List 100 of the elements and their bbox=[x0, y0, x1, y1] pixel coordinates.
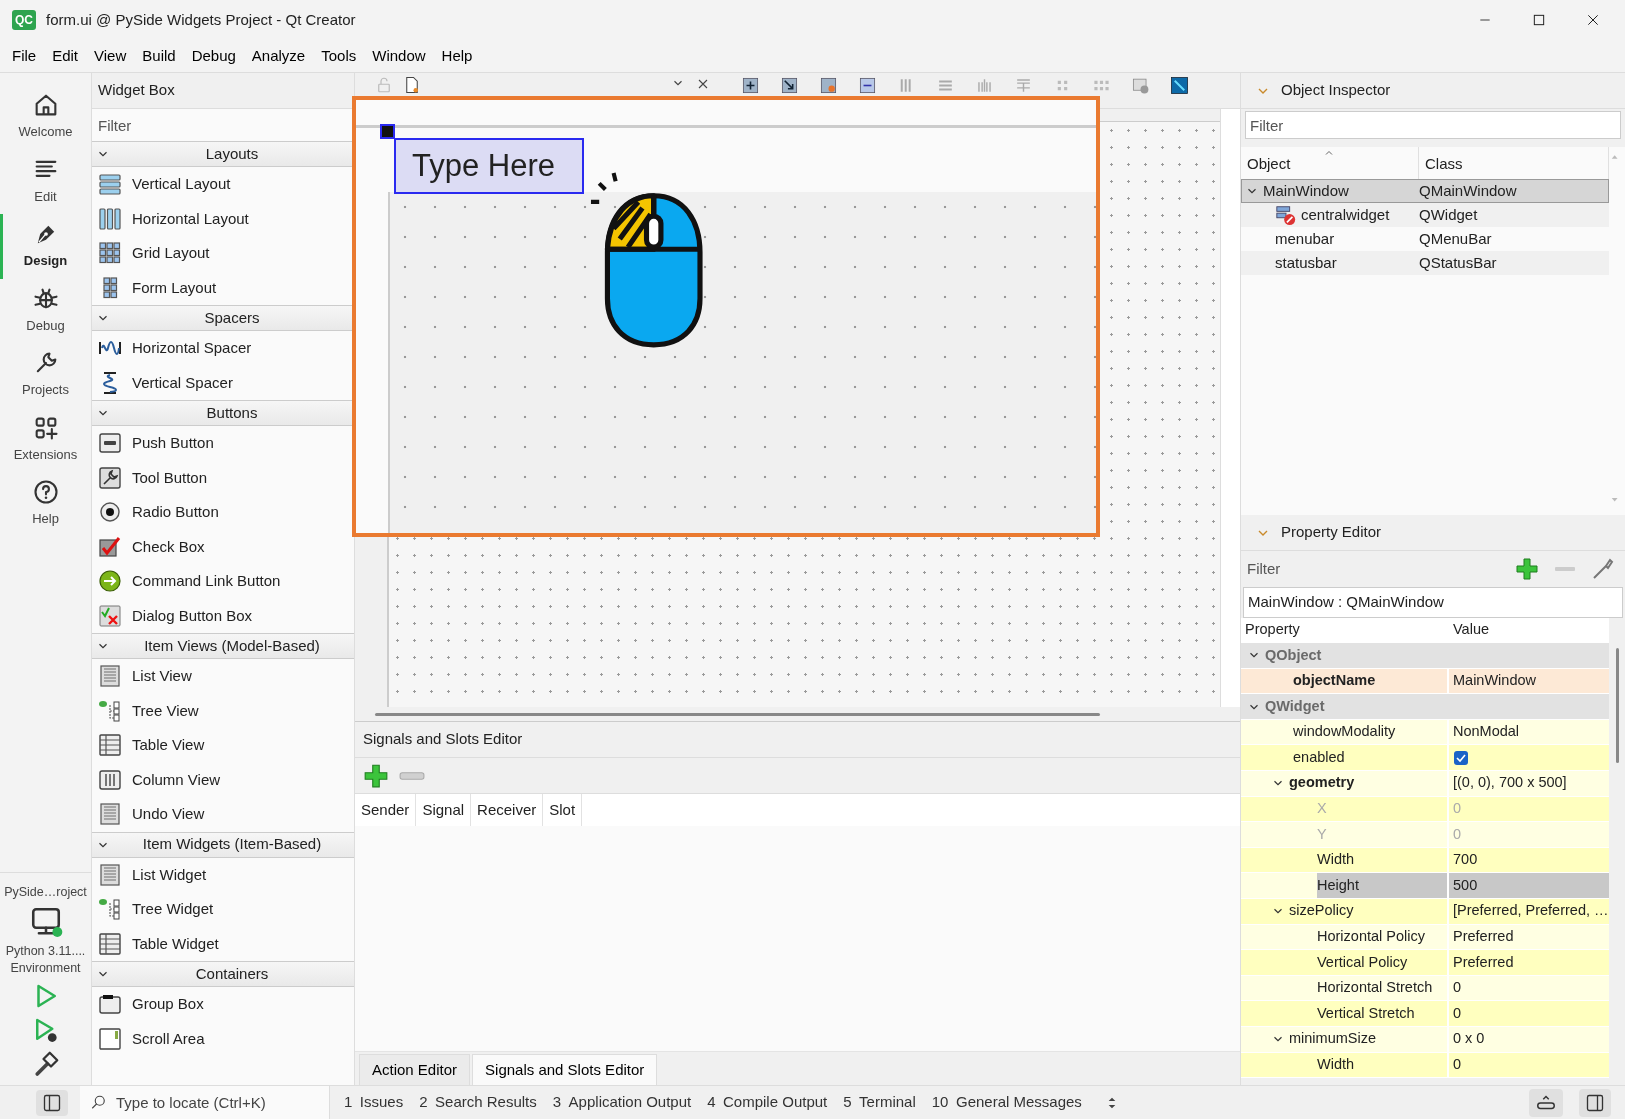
widget-item[interactable]: List Widget bbox=[92, 857, 354, 892]
group-box-icon bbox=[98, 992, 122, 1017]
rows-icon bbox=[98, 172, 122, 197]
selected-row[interactable]: MainWindow QMainWindow bbox=[1241, 179, 1609, 203]
output-pane-tab[interactable]: 5 Terminal bbox=[835, 1087, 924, 1118]
property-value[interactable]: MainWindow bbox=[1453, 670, 1536, 692]
panel-icon bbox=[42, 1092, 62, 1113]
widget-item[interactable]: Group Box bbox=[92, 987, 354, 1022]
widget-item[interactable]: Table View bbox=[92, 728, 354, 763]
menu-item[interactable]: Debug bbox=[183, 40, 244, 72]
scrollbar[interactable] bbox=[1615, 647, 1619, 763]
buddy-tool-icon[interactable] bbox=[819, 76, 838, 95]
widget-item[interactable]: Table Widget bbox=[92, 926, 354, 961]
property-value[interactable]: 0 bbox=[1453, 1054, 1462, 1076]
tab[interactable]: Action Editor bbox=[359, 1054, 471, 1085]
widget-item[interactable]: Tree View bbox=[92, 693, 354, 728]
widget-item[interactable]: Form Layout bbox=[92, 270, 354, 305]
property-value[interactable]: 500 bbox=[1453, 874, 1478, 897]
plus-icon[interactable] bbox=[363, 762, 389, 789]
widget-item[interactable]: Horizontal Spacer bbox=[92, 331, 354, 366]
panel-toggle-button[interactable] bbox=[1579, 1088, 1611, 1117]
check-cross-icon bbox=[98, 603, 122, 628]
widget-item[interactable]: Scroll Area bbox=[92, 1021, 354, 1056]
category-header[interactable]: Layouts bbox=[92, 141, 354, 167]
preview-icon[interactable] bbox=[1170, 76, 1189, 95]
menu-item[interactable]: Edit bbox=[44, 40, 87, 72]
property-value[interactable]: NonModal bbox=[1453, 721, 1520, 744]
filter-field[interactable]: Filter bbox=[1245, 111, 1621, 139]
property-value[interactable]: 0 bbox=[1453, 1002, 1462, 1025]
tree-cell[interactable]: centralwidget bbox=[1301, 203, 1390, 227]
property-value[interactable]: 0 x 0 bbox=[1453, 1028, 1485, 1051]
menu-item[interactable]: File bbox=[4, 40, 45, 72]
checkbox[interactable] bbox=[1453, 749, 1469, 766]
property-value[interactable]: [(0, 0), 700 x 500] bbox=[1453, 772, 1567, 795]
menu-item[interactable]: View bbox=[86, 40, 135, 72]
plus-icon[interactable] bbox=[1515, 557, 1539, 581]
widget-item[interactable]: Command Link Button bbox=[92, 564, 354, 599]
widget-item[interactable]: Push Button bbox=[92, 426, 354, 461]
property-name: minimumSize bbox=[1289, 1029, 1376, 1049]
tab[interactable]: Signals and Slots Editor bbox=[472, 1054, 658, 1085]
widget-item[interactable]: Column View bbox=[92, 762, 354, 797]
property-value[interactable]: [Preferred, Preferred, … bbox=[1453, 900, 1609, 923]
output-pane-tab[interactable]: 10 General Messages bbox=[923, 1087, 1090, 1118]
widget-item[interactable]: Tool Button bbox=[92, 460, 354, 495]
mode-button[interactable]: Debug bbox=[0, 278, 92, 343]
scrollbar[interactable] bbox=[375, 712, 1100, 716]
tab-order-icon[interactable] bbox=[858, 76, 877, 95]
menu-item[interactable]: Help bbox=[433, 40, 481, 72]
maximize-icon[interactable] bbox=[1531, 12, 1547, 28]
project-name[interactable]: PySide…roject bbox=[4, 882, 87, 902]
mode-button[interactable]: Welcome bbox=[0, 85, 92, 150]
output-pane-tab[interactable]: 3 Application Output bbox=[544, 1087, 700, 1118]
output-pane-tab[interactable]: 1 Issues bbox=[336, 1087, 412, 1118]
category-header[interactable]: Buttons bbox=[92, 400, 354, 426]
category-header[interactable]: Item Widgets (Item-Based) bbox=[92, 831, 354, 858]
widget-item[interactable]: Vertical Layout bbox=[92, 167, 354, 202]
locator-field[interactable]: Type to locate (Ctrl+K) bbox=[80, 1085, 330, 1119]
tree-cell[interactable]: menubar bbox=[1275, 227, 1335, 251]
category-header[interactable]: Spacers bbox=[92, 305, 354, 331]
pin-button[interactable] bbox=[1529, 1088, 1563, 1117]
column-header[interactable]: Property bbox=[1241, 617, 1447, 643]
mode-button[interactable]: Edit bbox=[0, 149, 92, 214]
document-icon[interactable] bbox=[403, 76, 421, 94]
widget-item[interactable]: Grid Layout bbox=[92, 236, 354, 271]
widget-item[interactable]: Tree Widget bbox=[92, 892, 354, 927]
sidebar-toggle-button[interactable] bbox=[36, 1089, 68, 1116]
widget-item[interactable]: List View bbox=[92, 659, 354, 694]
menu-item[interactable]: Build bbox=[134, 40, 184, 72]
menu-item[interactable]: Window bbox=[364, 40, 434, 72]
widget-item[interactable]: Dialog Button Box bbox=[92, 598, 354, 633]
output-pane-tab[interactable]: 2 Search Results bbox=[411, 1087, 545, 1118]
property-name: Width bbox=[1317, 1055, 1355, 1074]
widget-item[interactable]: Check Box bbox=[92, 529, 354, 564]
scrollbar[interactable] bbox=[1220, 109, 1240, 707]
menu-item[interactable]: Tools bbox=[313, 40, 365, 72]
category-header[interactable]: Item Views (Model-Based) bbox=[92, 633, 354, 659]
category-header[interactable]: Containers bbox=[92, 961, 354, 987]
output-pane-tab[interactable]: 4 Compile Output bbox=[699, 1087, 836, 1118]
mode-button[interactable]: Extensions bbox=[0, 407, 92, 472]
arrow-tool-icon[interactable] bbox=[780, 76, 799, 95]
tree-cell[interactable]: statusbar bbox=[1275, 251, 1337, 275]
columns-icon bbox=[98, 767, 122, 792]
mode-button[interactable]: Design bbox=[0, 214, 92, 279]
widget-tool-icon[interactable] bbox=[741, 76, 760, 95]
mode-button[interactable]: Help bbox=[0, 472, 92, 537]
menu-placeholder[interactable]: Type Here bbox=[394, 138, 584, 194]
property-value[interactable]: 700 bbox=[1453, 849, 1478, 871]
property-value[interactable]: Preferred bbox=[1453, 951, 1514, 974]
property-value[interactable]: 0 bbox=[1453, 977, 1462, 999]
resize-handle[interactable] bbox=[380, 124, 395, 139]
tree-cell-text: QStatusBar bbox=[1419, 252, 1498, 273]
widget-item[interactable]: Vertical Spacer bbox=[92, 365, 354, 400]
tree-cell[interactable]: MainWindow bbox=[1263, 179, 1349, 203]
widget-item[interactable]: Radio Button bbox=[92, 495, 354, 530]
mode-button[interactable]: Projects bbox=[0, 343, 92, 408]
widget-item[interactable]: Undo View bbox=[92, 797, 354, 832]
close-icon[interactable] bbox=[1585, 12, 1601, 28]
property-value[interactable]: Preferred bbox=[1453, 926, 1514, 948]
widget-item[interactable]: Horizontal Layout bbox=[92, 201, 354, 236]
menu-item[interactable]: Analyze bbox=[243, 40, 314, 72]
